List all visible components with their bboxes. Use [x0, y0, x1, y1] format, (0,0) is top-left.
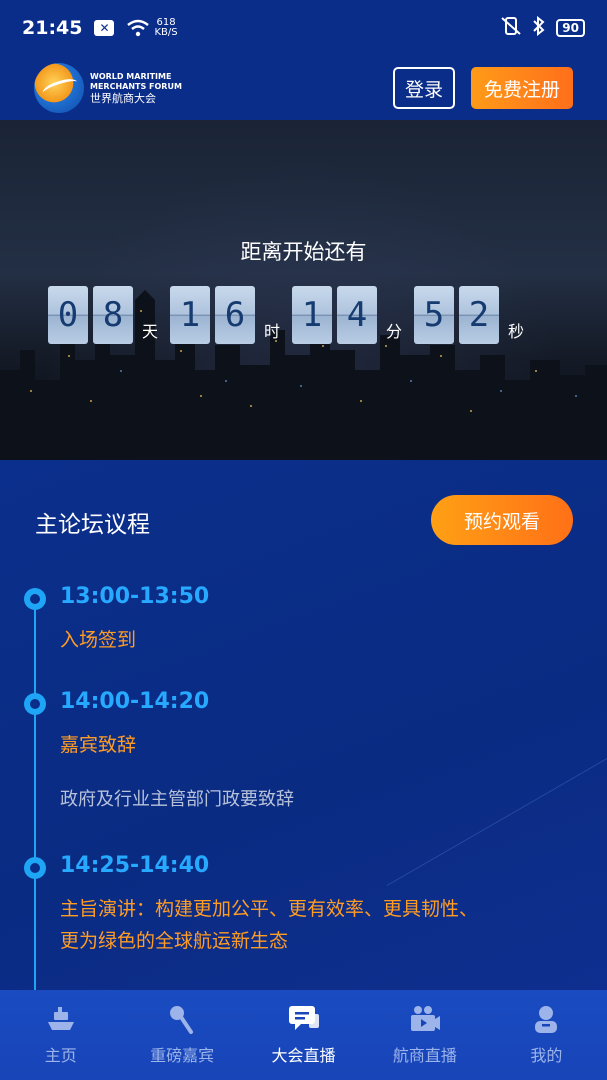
register-button[interactable]: 免费注册: [471, 67, 573, 109]
wifi-icon: [126, 19, 150, 37]
bottom-navigation: 主页 重磅嘉宾 大会直播 航商直播 我的: [0, 990, 607, 1080]
agenda-item-time: 13:00-13:50: [60, 584, 210, 609]
nav-item-home[interactable]: 主页: [0, 990, 121, 1080]
agenda-section: 主论坛议程 预约观看 13:00-13:50 入场签到 14:00-14:20 …: [0, 460, 607, 990]
nav-label-merchant-live: 航商直播: [392, 1046, 457, 1065]
agenda-item-description: 政府及行业主管部门政要致辞: [60, 789, 294, 810]
nav-item-profile[interactable]: 我的: [486, 990, 607, 1080]
nav-item-merchant-live[interactable]: 航商直播: [364, 990, 485, 1080]
hours-digit-1: 1: [170, 286, 211, 344]
app-header: WORLD MARITIME MERCHANTS FORUM 世界航商大会 登录…: [0, 56, 607, 120]
bluetooth-icon: [532, 15, 546, 41]
minutes-digit-2: 4: [337, 286, 378, 344]
chat-icon: [288, 1006, 319, 1030]
video-camera-icon: [410, 1006, 440, 1031]
timeline-dot-icon: [24, 857, 46, 879]
seconds-unit: 秒: [508, 322, 525, 341]
nav-item-guests[interactable]: 重磅嘉宾: [121, 990, 242, 1080]
days-digit-2: 8: [93, 286, 133, 344]
countdown-banner: 距离开始还有 0 8 天 1 6 时 1 4 分 5 2 秒: [0, 120, 607, 460]
battery-icon: 90: [556, 19, 585, 37]
timeline-dot-icon: [24, 693, 46, 715]
logo-en-line2: MERCHANTS FORUM: [90, 82, 182, 91]
nav-label-profile: 我的: [530, 1046, 563, 1065]
minutes-digit-1: 1: [292, 286, 333, 344]
user-icon: [535, 1006, 558, 1033]
microphone-icon: [170, 1006, 194, 1034]
logo-cn: 世界航商大会: [90, 92, 156, 105]
agenda-item-title-line1: 主旨演讲：构建更加公平、更有效率、更具韧性、: [60, 898, 479, 920]
hours-digit-2: 6: [215, 286, 256, 344]
agenda-item-title: 嘉宾致辞: [60, 734, 137, 756]
timeline-dot-icon: [24, 588, 46, 610]
agenda-item-title: 入场签到: [60, 629, 137, 651]
agenda-item-title-line2: 更为绿色的全球航运新生态: [60, 930, 289, 952]
ship-icon: [47, 1007, 74, 1030]
forum-logo-text: WORLD MARITIME MERCHANTS FORUM 世界航商大会: [90, 72, 182, 104]
agenda-item-time: 14:25-14:40: [60, 853, 210, 878]
forum-logo-icon: [34, 63, 84, 113]
countdown-title: 距离开始还有: [240, 240, 367, 264]
vibrate-off-icon: [500, 16, 522, 41]
logo-en-line1: WORLD MARITIME: [90, 72, 172, 81]
countdown-timer: 0 8 天 1 6 时 1 4 分 5 2 秒: [48, 286, 536, 344]
days-digit-1: 0: [48, 286, 88, 344]
hours-unit: 时: [264, 322, 281, 341]
nav-label-conference-live: 大会直播: [271, 1046, 336, 1065]
agenda-item-time: 14:00-14:20: [60, 689, 210, 714]
timeline-line: [34, 596, 36, 990]
notification-icon: ✕: [94, 20, 115, 36]
status-time: 21:45: [22, 17, 83, 39]
seconds-digit-2: 2: [459, 286, 500, 344]
seconds-digit-1: 5: [414, 286, 455, 344]
login-button[interactable]: 登录: [393, 67, 455, 109]
status-bar: 21:45 ✕ 618 KB/S 90: [0, 0, 607, 56]
nav-label-home: 主页: [44, 1046, 77, 1065]
days-unit: 天: [142, 322, 159, 341]
reserve-watch-button[interactable]: 预约观看: [431, 495, 573, 545]
nav-item-conference-live[interactable]: 大会直播: [243, 990, 364, 1080]
network-speed-unit: KB/S: [154, 27, 178, 38]
network-speed: 618 KB/S: [154, 18, 177, 38]
agenda-title: 主论坛议程: [35, 512, 150, 538]
nav-label-guests: 重磅嘉宾: [150, 1046, 215, 1065]
minutes-unit: 分: [386, 322, 403, 341]
agenda-item-title: 主旨演讲：构建更加公平、更有效率、更具韧性、 更为绿色的全球航运新生态: [60, 893, 478, 957]
